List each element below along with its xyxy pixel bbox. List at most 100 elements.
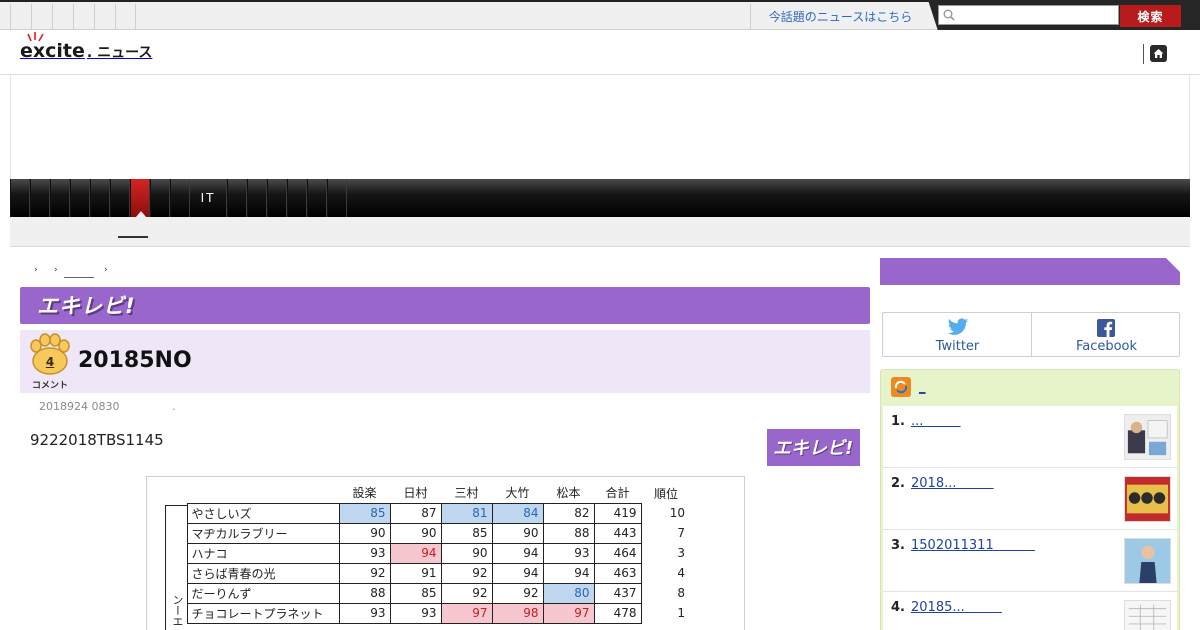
category-nav: IT [10,179,1190,217]
ranking-link[interactable]: ... [911,414,961,429]
total-score: 464 [593,542,642,564]
nav-tab[interactable] [110,179,130,217]
judge-score: 97 [542,602,595,624]
score-row: マヂカルラブリー 90 90 85 90 88 443 7 [165,522,691,544]
ranking-header: _ [881,370,1179,406]
nav-tab[interactable] [90,179,110,217]
breadcrumb-separator: › [104,265,108,275]
judge-score: 92 [440,582,493,604]
utility-link[interactable] [10,4,31,30]
utility-link[interactable] [73,4,94,30]
ranking-thumbnail[interactable] [1124,414,1171,460]
home-icon[interactable] [1150,45,1167,62]
nav-tab[interactable] [10,179,30,217]
logo-wordmark: excite [20,40,85,62]
comment-label: コメント [31,381,68,391]
nav-tab[interactable] [287,179,307,217]
judge-score: 93 [338,602,391,624]
judge-score: 90 [338,522,391,544]
nav-tab[interactable] [267,179,287,217]
nav-tab[interactable] [227,179,247,217]
ranking-thumbnail[interactable] [1124,476,1171,522]
header-spacer [165,483,187,503]
nav-tab[interactable] [247,179,267,217]
col-header: 三村 [454,486,479,501]
facebook-label: Facebook [1075,339,1138,354]
ranking-thumbnail[interactable] [1124,538,1171,584]
facebook-icon [1097,319,1115,337]
judge-score: 93 [338,542,391,564]
score-table: 設楽 日村 三村 大竹 松本 合計 順位 やさしいズ 85 87 81 84 82 419 1… [165,483,691,624]
ranking-item[interactable]: 4. 20185... [883,592,1177,630]
nav-tab[interactable] [70,179,90,217]
judge-score: 92 [338,562,391,584]
score-row: だーりんず 88 85 92 92 80 437 8 [165,582,691,604]
search-input[interactable] [938,5,1119,25]
ranking-link[interactable]: 20185... [911,600,1002,615]
search-bar: 検索 [928,0,1200,34]
subnav-current-item[interactable] [118,236,148,238]
share-box: Twitter Facebook [882,312,1180,357]
series-logo: エキレビ! [37,294,136,318]
breadcrumb-separator: › [34,265,38,275]
nav-tab-it[interactable]: IT [190,179,227,217]
total-score: 437 [593,582,642,604]
nav-tab[interactable] [327,179,347,217]
search-button[interactable]: 検索 [1120,5,1181,27]
ranking-link[interactable]: 1502011311 [911,538,1035,553]
ranking-item[interactable]: 1. ... [883,406,1177,468]
hot-news-link[interactable]: 今話題のニュースはこちら [750,4,930,31]
ranking-thumbnail[interactable] [1124,600,1171,630]
breadcrumb-link[interactable] [64,277,94,278]
judge-score: 82 [542,502,595,524]
nav-tab[interactable] [170,179,190,217]
judge-score: 88 [338,582,391,604]
article-lead: 9222018TBS1145 [30,431,164,449]
ranking-link[interactable]: 2018... [911,476,994,491]
rank-value: 4 [677,566,685,580]
judge-score: 92 [440,562,493,584]
col-header: 日村 [403,486,428,501]
nav-tab[interactable] [50,179,70,217]
utility-link[interactable] [31,4,52,30]
page: 今話題のニュースはこちら 検索 excite. ニュース IT › › › エキ… [0,0,1200,630]
col-header: 松本 [556,486,581,501]
judge-score: 97 [440,602,493,624]
score-row: さらば青春の光 92 91 92 94 94 463 4 [165,562,691,584]
nav-tab[interactable] [307,179,327,217]
series-tag-badge[interactable]: エキレビ! [767,429,860,466]
judge-score: 90 [389,522,442,544]
twitter-icon [947,318,969,335]
ranking-title-link[interactable]: _ [919,380,926,395]
facebook-share-button[interactable]: Facebook [1032,313,1181,356]
act-name: やさしいズ [186,502,340,524]
judge-score: 94 [542,562,595,584]
utility-link[interactable] [94,4,115,30]
nav-tab[interactable] [30,179,50,217]
ranking-item[interactable]: 3. 1502011311 [883,530,1177,592]
comment-badge[interactable]: 4 コメント [28,333,72,391]
comment-count: 4 [45,355,55,369]
nav-tab[interactable] [150,179,170,217]
ranking-box: _ 1. ... 2. 2018... 3. 1502011311 4. 201… [880,369,1180,630]
row-spacer [165,523,187,543]
act-name: ハナコ [186,542,340,564]
row-spacer [165,543,187,563]
utility-link[interactable] [115,4,136,30]
header-name-spacer [187,483,339,503]
judge-score: 92 [491,582,544,604]
judge-score: 94 [491,562,544,584]
col-header: 順位 [653,486,678,501]
total-score: 478 [593,602,642,624]
rank-value: 1 [677,606,685,620]
utility-link[interactable] [52,4,73,30]
ranking-number: 3. [891,538,905,553]
judge-score: 91 [389,562,442,584]
ranking-item[interactable]: 2. 2018... [883,468,1177,530]
judge-score: 85 [338,502,391,524]
excite-news-logo[interactable]: excite. ニュース [20,32,152,68]
twitter-share-button[interactable]: Twitter [883,313,1032,356]
article-date: 2018924 0830 [39,400,120,413]
judge-score: 98 [491,602,544,624]
sub-nav [10,217,1190,247]
